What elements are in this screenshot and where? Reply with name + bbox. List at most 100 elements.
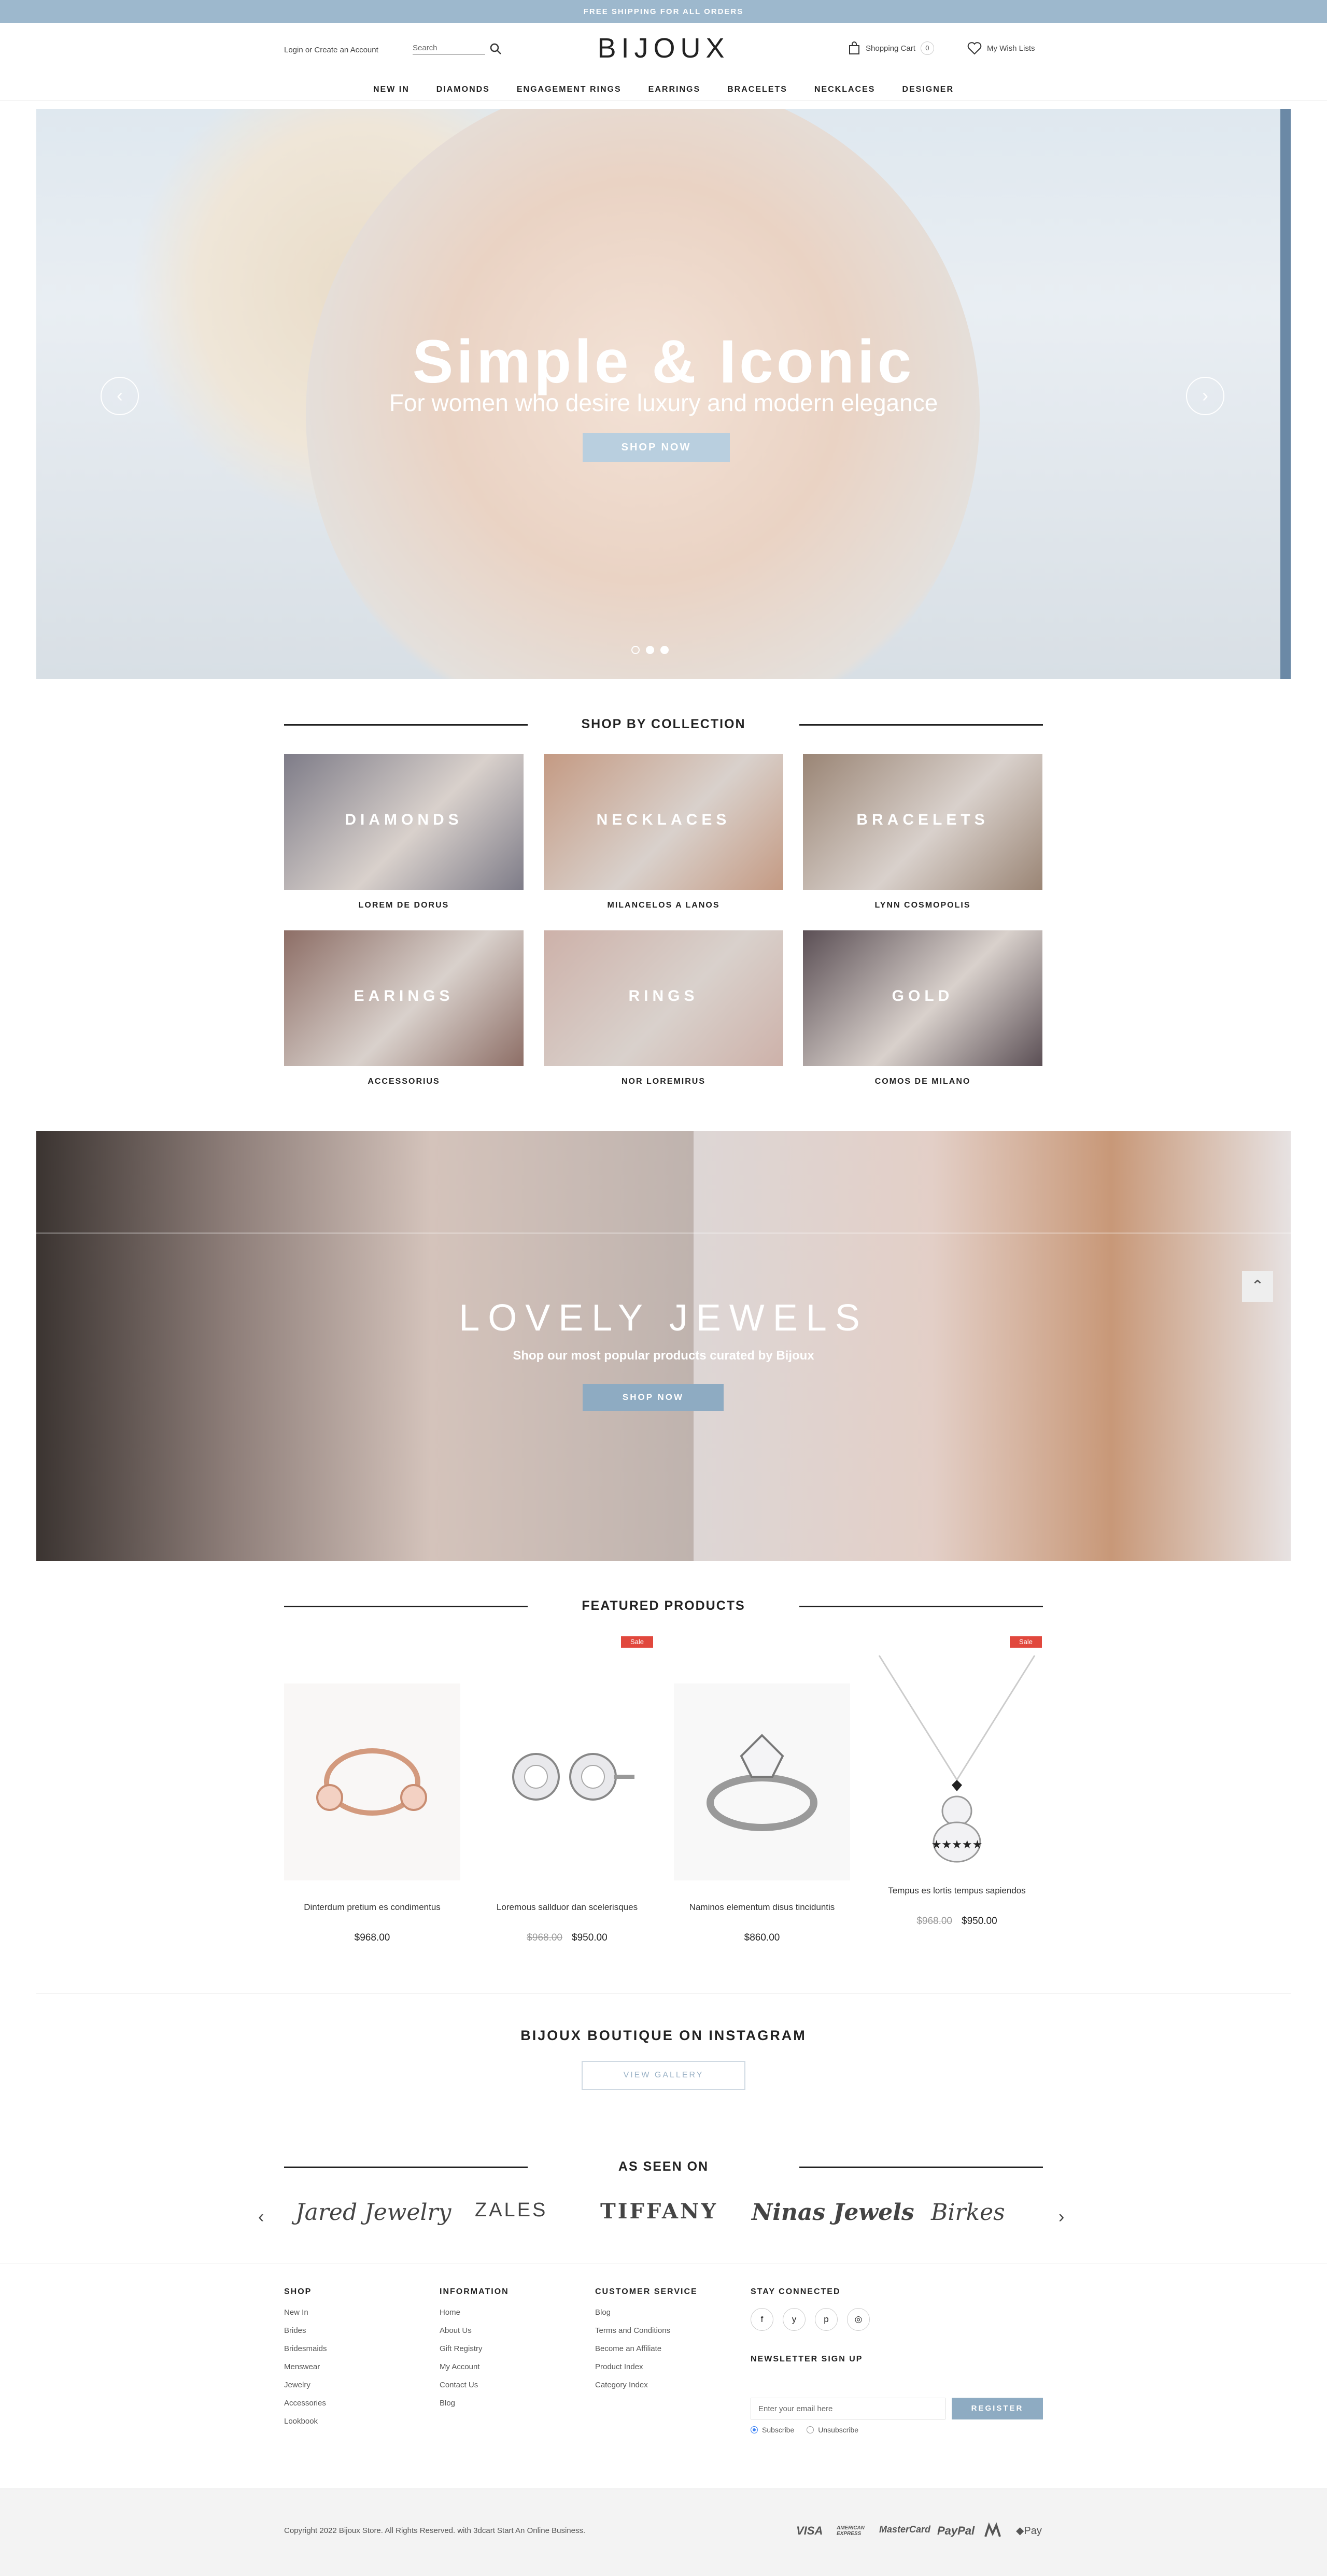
wishlist-link[interactable]: My Wish Lists bbox=[967, 41, 1035, 55]
nav-item-bracelets[interactable]: BRACELETS bbox=[727, 85, 787, 94]
banner-image-right-model bbox=[694, 1131, 1291, 1561]
product-image-pendant[interactable]: ★★★★★ bbox=[869, 1648, 1045, 1880]
title-rule-left bbox=[284, 724, 528, 726]
title-rule-left bbox=[284, 2167, 528, 2168]
product-image-earrings[interactable] bbox=[479, 1683, 655, 1880]
footer-link[interactable]: About Us bbox=[440, 2326, 509, 2344]
newsletter-options: Subscribe Unsubscribe bbox=[751, 2426, 858, 2434]
hero-slider: Simple & Iconic For women who desire lux… bbox=[36, 109, 1291, 679]
product-name[interactable]: Naminos elementum disus tinciduntis bbox=[674, 1902, 850, 1913]
footer-link[interactable]: Gift Registry bbox=[440, 2344, 509, 2362]
banner-shop-now-button[interactable]: SHOP NOW bbox=[583, 1384, 724, 1411]
brand-logo-tiffany: TIFFANY bbox=[600, 2199, 718, 2224]
hero-dot-1[interactable] bbox=[631, 646, 640, 654]
scroll-to-top-chevron-icon[interactable]: ⌃ bbox=[1242, 1271, 1273, 1302]
unsubscribe-radio[interactable]: Unsubscribe bbox=[807, 2426, 858, 2434]
footer-link[interactable]: Jewelry bbox=[284, 2381, 327, 2399]
product-image-ring[interactable] bbox=[284, 1683, 460, 1880]
collection-label: RINGS bbox=[628, 987, 699, 1004]
footer-link[interactable]: Blog bbox=[595, 2308, 698, 2326]
footer-link[interactable]: Lookbook bbox=[284, 2417, 327, 2435]
footer-shop-column: SHOP New In Brides Bridesmaids Menswear … bbox=[284, 2287, 327, 2435]
product-name[interactable]: Loremous sallduor dan scelerisques bbox=[479, 1902, 655, 1913]
footer-service-column: CUSTOMER SERVICE Blog Terms and Conditio… bbox=[595, 2287, 698, 2399]
nav-item-new-in[interactable]: NEW IN bbox=[373, 85, 410, 94]
collection-tile-earings[interactable]: EARINGS bbox=[284, 930, 524, 1066]
view-gallery-button[interactable]: VIEW GALLERY bbox=[582, 2061, 745, 2090]
nav-item-earrings[interactable]: EARRINGS bbox=[648, 85, 700, 94]
collection-tile-bracelets[interactable]: BRACELETS bbox=[803, 754, 1042, 890]
search-icon[interactable] bbox=[489, 43, 502, 55]
product-card[interactable]: Naminos elementum disus tinciduntis $860… bbox=[674, 1683, 850, 1944]
nav-item-diamonds[interactable]: DIAMONDS bbox=[436, 85, 490, 94]
hero-prev-arrow-icon[interactable]: ‹ bbox=[101, 377, 139, 415]
footer-link[interactable]: Brides bbox=[284, 2326, 327, 2344]
product-card[interactable]: ★★★★★ Tempus es lortis tempus sapiendos … bbox=[869, 1648, 1045, 1927]
nav-item-designer[interactable]: DESIGNER bbox=[902, 85, 954, 94]
footer-link[interactable]: Product Index bbox=[595, 2362, 698, 2381]
footer-link[interactable]: New In bbox=[284, 2308, 327, 2326]
footer-link[interactable]: Home bbox=[440, 2308, 509, 2326]
banner-subtitle: Shop our most popular products curated b… bbox=[513, 1349, 814, 1363]
collection-caption[interactable]: NOR LOREMIRUS bbox=[544, 1077, 783, 1086]
pinterest-icon[interactable]: p bbox=[815, 2308, 838, 2331]
footer-link[interactable]: Terms and Conditions bbox=[595, 2326, 698, 2344]
social-links: f y p ◎ bbox=[751, 2308, 870, 2331]
footer-link[interactable]: Menswear bbox=[284, 2362, 327, 2381]
footer-link[interactable]: Category Index bbox=[595, 2381, 698, 2399]
hero-next-arrow-icon[interactable]: › bbox=[1186, 377, 1224, 415]
footer-link[interactable]: Contact Us bbox=[440, 2381, 509, 2399]
footer-link[interactable]: Bridesmaids bbox=[284, 2344, 327, 2362]
site-logo[interactable]: BIJOUX bbox=[570, 32, 757, 64]
apple-pay-label: Pay bbox=[1024, 2525, 1042, 2537]
nav-item-engagement-rings[interactable]: ENGAGEMENT RINGS bbox=[517, 85, 622, 94]
collection-tile-rings[interactable]: RINGS bbox=[544, 930, 783, 1066]
sale-badge: Sale bbox=[621, 1636, 653, 1648]
subscribe-radio[interactable]: Subscribe bbox=[751, 2426, 794, 2434]
banner-title: LOVELY JEWELS bbox=[459, 1297, 868, 1339]
footer-link[interactable]: Accessories bbox=[284, 2399, 327, 2417]
collection-tile-diamonds[interactable]: DIAMONDS bbox=[284, 754, 524, 890]
nav-item-necklaces[interactable]: NECKLACES bbox=[814, 85, 876, 94]
visa-icon: VISA bbox=[796, 2524, 823, 2537]
search-input[interactable]: Search bbox=[413, 40, 485, 55]
collection-tile-necklaces[interactable]: NECKLACES bbox=[544, 754, 783, 890]
collection-caption[interactable]: MILANCELOS A LANOS bbox=[544, 901, 783, 910]
footer-link[interactable]: My Account bbox=[440, 2362, 509, 2381]
product-image-solitaire[interactable] bbox=[674, 1683, 850, 1880]
collection-label: EARINGS bbox=[354, 987, 454, 1004]
newsletter-email-input[interactable]: Enter your email here bbox=[751, 2398, 945, 2419]
brands-prev-arrow-icon[interactable]: ‹ bbox=[258, 2207, 264, 2227]
footer-link[interactable]: Blog bbox=[440, 2399, 509, 2417]
login-link[interactable]: Login or Create an Account bbox=[284, 46, 378, 54]
hero-title: Simple & Iconic bbox=[412, 328, 915, 396]
collection-caption[interactable]: LYNN COSMOPOLIS bbox=[803, 901, 1042, 910]
product-name[interactable]: Dinterdum pretium es condimentus bbox=[284, 1902, 460, 1913]
footer-link[interactable]: Become an Affiliate bbox=[595, 2344, 698, 2362]
cart-bag-icon bbox=[849, 41, 859, 54]
hero-shop-now-button[interactable]: SHOP NOW bbox=[583, 433, 730, 462]
footer-bottom-bar: Copyright 2022 Bijoux Store. All Rights … bbox=[0, 2488, 1327, 2576]
facebook-icon[interactable]: f bbox=[751, 2308, 773, 2331]
collection-label: BRACELETS bbox=[856, 811, 989, 828]
wallet-logo-icon bbox=[984, 2522, 1001, 2537]
section-divider bbox=[36, 1993, 1291, 1994]
instagram-icon[interactable]: ◎ bbox=[847, 2308, 870, 2331]
newsletter-register-button[interactable]: REGISTER bbox=[952, 2398, 1043, 2419]
free-shipping-text: FREE SHIPPING FOR ALL ORDERS bbox=[583, 7, 744, 16]
collection-caption[interactable]: COMOS DE MILANO bbox=[803, 1077, 1042, 1086]
product-name[interactable]: Tempus es lortis tempus sapiendos bbox=[869, 1886, 1045, 1896]
collection-caption[interactable]: LOREM DE DORUS bbox=[284, 901, 524, 910]
hero-dot-3[interactable] bbox=[660, 646, 669, 654]
shopping-cart[interactable]: Shopping Cart 0 bbox=[848, 41, 934, 55]
hero-dot-2[interactable] bbox=[646, 646, 654, 654]
brand-logo-zales: ZALES bbox=[475, 2199, 548, 2221]
collection-caption[interactable]: ACCESSORIUS bbox=[284, 1077, 524, 1086]
footer-information-column: INFORMATION Home About Us Gift Registry … bbox=[440, 2287, 509, 2417]
collection-tile-gold[interactable]: GOLD bbox=[803, 930, 1042, 1066]
brands-next-arrow-icon[interactable]: › bbox=[1058, 2207, 1064, 2227]
radio-unselected-icon bbox=[807, 2426, 814, 2433]
product-card[interactable]: Loremous sallduor dan scelerisques $968.… bbox=[479, 1683, 655, 1944]
product-card[interactable]: Dinterdum pretium es condimentus $968.00 bbox=[284, 1683, 460, 1944]
twitter-icon[interactable]: y bbox=[783, 2308, 806, 2331]
